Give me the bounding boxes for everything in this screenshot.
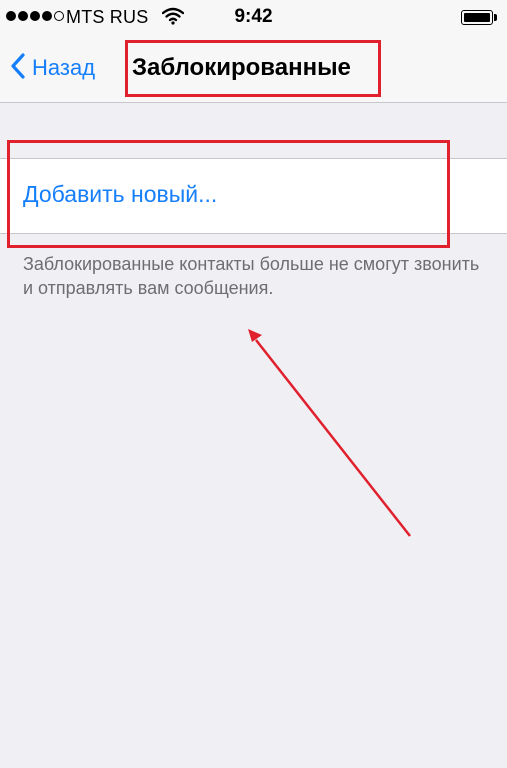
- annotation-arrow-head: [248, 329, 262, 342]
- annotation-arrow: [248, 329, 411, 537]
- back-button-label: Назад: [32, 55, 96, 80]
- section-footer-note: Заблокированные контакты больше не смогу…: [23, 254, 480, 298]
- battery-level-fill: [464, 13, 490, 22]
- navigation-bar: Назад Заблокированные: [0, 36, 507, 103]
- add-new-highlight-box: [7, 140, 450, 248]
- status-bar: MTS RUS 9:42: [0, 0, 507, 36]
- battery-icon: [461, 10, 493, 25]
- chevron-left-icon: [10, 52, 26, 85]
- title-highlight-box: [125, 40, 381, 97]
- annotation-arrow-shaft: [255, 339, 411, 537]
- back-button[interactable]: Назад: [10, 50, 95, 86]
- battery-tip: [494, 14, 497, 21]
- status-time: 9:42: [234, 6, 273, 27]
